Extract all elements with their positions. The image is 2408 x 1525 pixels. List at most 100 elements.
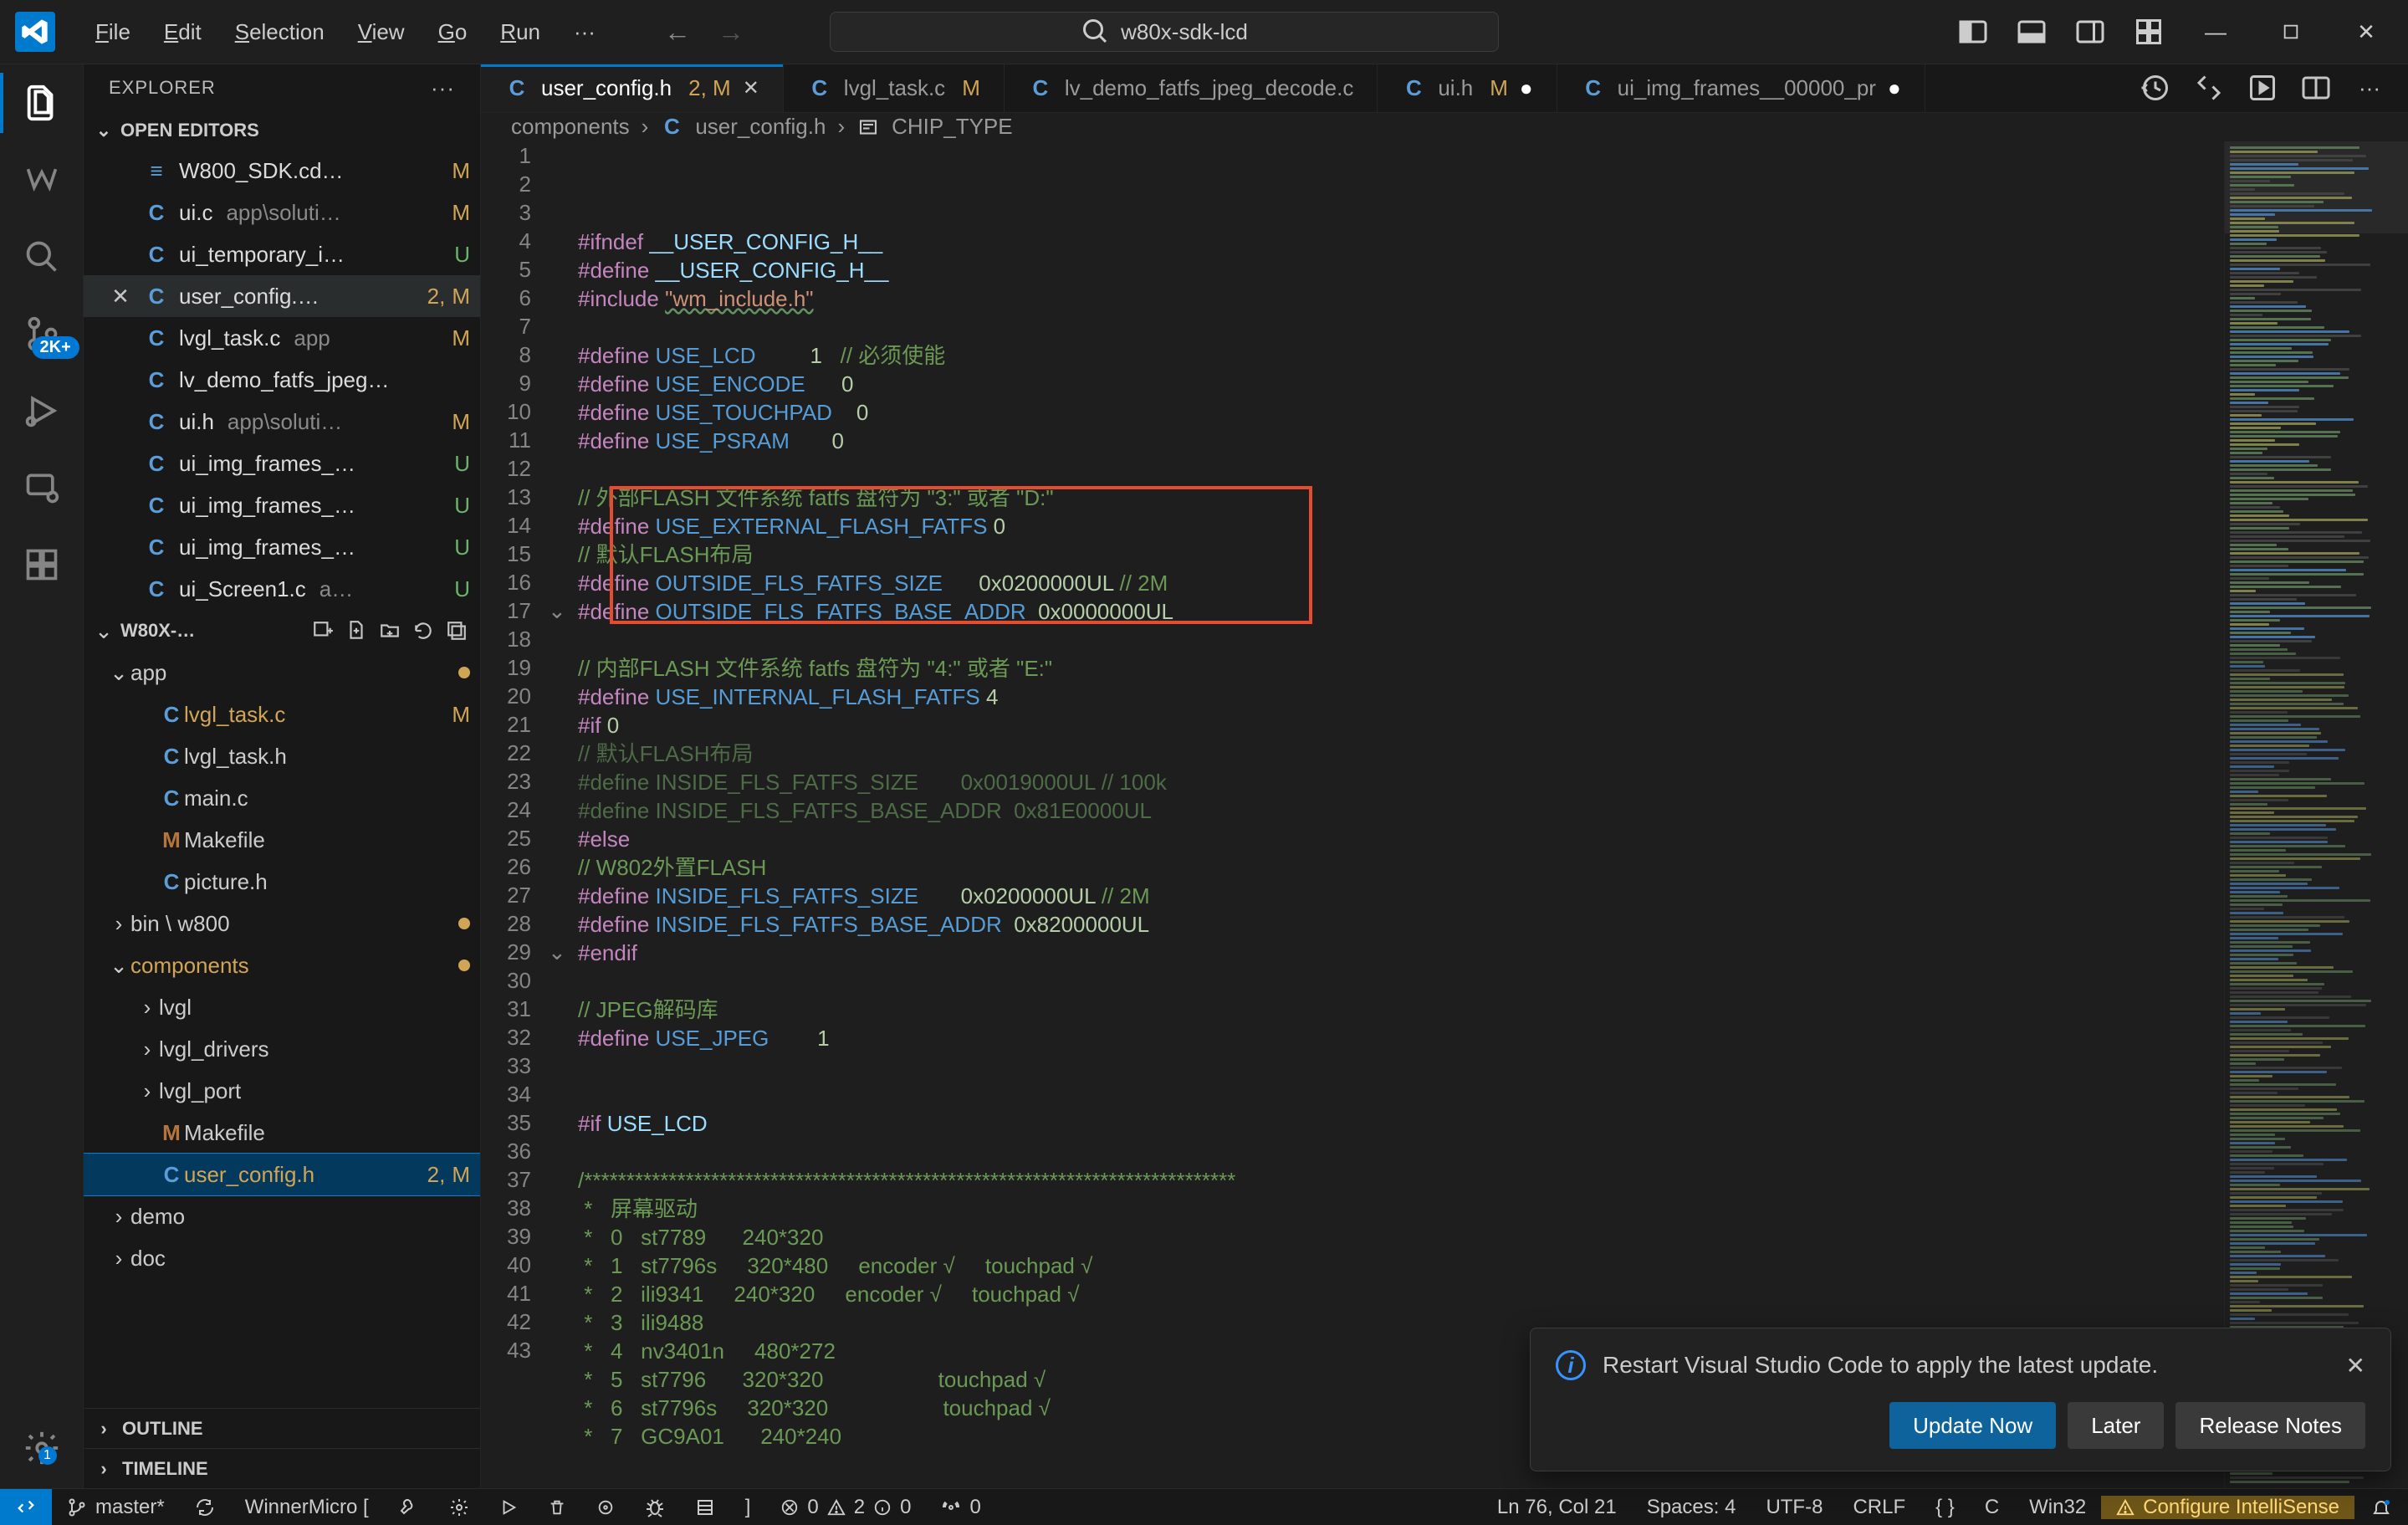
menu-file[interactable]: File <box>79 11 147 54</box>
layout-toggle-secondary-sidebar-icon[interactable] <box>2073 15 2107 49</box>
activity-custom-wm[interactable] <box>12 150 72 210</box>
command-center[interactable]: w80x-sdk-lcd <box>830 12 1499 52</box>
remote-indicator[interactable] <box>0 1489 52 1525</box>
open-editor-item[interactable]: Cui_Screen1.ca…U <box>84 568 480 610</box>
breadcrumb-item[interactable]: CHIP_TYPE <box>892 114 1013 140</box>
open-editor-item[interactable]: Cui_img_frames_…U <box>84 526 480 568</box>
more-icon[interactable]: ··· <box>2354 73 2385 103</box>
activity-run-debug[interactable] <box>12 381 72 441</box>
layout-toggle-primary-sidebar-icon[interactable] <box>1956 15 1990 49</box>
add-watch-icon[interactable] <box>309 617 336 644</box>
code-content[interactable]: #ifndef __USER_CONFIG_H__#define __USER_… <box>578 141 2224 1488</box>
status-language[interactable]: C <box>1970 1496 2014 1519</box>
folder-item[interactable]: ›lvgl_port <box>84 1070 480 1112</box>
folder-item[interactable]: ›bin \ w800 <box>84 903 480 944</box>
activity-extensions[interactable] <box>12 535 72 595</box>
menu-run[interactable]: Run <box>483 11 557 54</box>
file-item[interactable]: Cpicture.h <box>84 861 480 903</box>
editor-tab[interactable]: Cui_img_frames__00000_pr● <box>1557 64 1925 112</box>
activity-explorer[interactable] <box>12 73 72 133</box>
window-close[interactable]: ✕ <box>2341 11 2391 53</box>
breadcrumb-item[interactable]: components <box>511 114 630 140</box>
minimap[interactable] <box>2224 141 2408 1488</box>
activity-source-control[interactable]: 2K+ <box>12 304 72 364</box>
status-bracket[interactable]: ] <box>730 1496 766 1519</box>
folder-item[interactable]: ›lvgl_drivers <box>84 1028 480 1070</box>
status-port[interactable]: 0 <box>926 1496 995 1519</box>
activity-remote-explorer[interactable] <box>12 458 72 518</box>
menu-edit[interactable]: Edit <box>147 11 218 54</box>
outline-section[interactable]: › OUTLINE <box>84 1408 480 1448</box>
status-tools[interactable] <box>384 1497 434 1517</box>
window-maximize[interactable] <box>2266 11 2316 53</box>
status-build[interactable] <box>434 1497 484 1517</box>
status-braces[interactable]: { } <box>1920 1496 1970 1519</box>
breadcrumbs[interactable]: components › C user_config.h › CHIP_TYPE <box>481 113 2408 141</box>
status-configure-intellisense[interactable]: Configure IntelliSense <box>2101 1496 2354 1519</box>
new-file-icon[interactable] <box>343 617 370 644</box>
menu-selection[interactable]: Selection <box>218 11 341 54</box>
status-bug[interactable] <box>630 1497 680 1517</box>
file-item[interactable]: Cuser_config.h2,M <box>84 1154 480 1195</box>
split-editor-icon[interactable] <box>2301 73 2331 103</box>
update-now-button[interactable]: Update Now <box>1889 1402 2056 1449</box>
history-icon[interactable] <box>2140 73 2170 103</box>
compare-icon[interactable] <box>2194 73 2224 103</box>
status-sync[interactable] <box>180 1497 230 1517</box>
file-item[interactable]: MMakefile <box>84 819 480 861</box>
status-notifications[interactable] <box>2354 1497 2408 1517</box>
project-section[interactable]: ⌄ W80X-… <box>84 610 480 652</box>
breadcrumb-item[interactable]: user_config.h <box>695 114 826 140</box>
folder-item[interactable]: ›doc <box>84 1237 480 1279</box>
editor-tab[interactable]: Cui.hM● <box>1378 64 1557 112</box>
folder-item[interactable]: ›lvgl <box>84 986 480 1028</box>
status-run-play[interactable] <box>484 1498 533 1517</box>
menu-overflow[interactable]: ··· <box>557 11 612 54</box>
status-problems[interactable]: 0 2 0 <box>765 1496 926 1519</box>
file-item[interactable]: Clvgl_task.h <box>84 735 480 777</box>
sidebar-more-icon[interactable]: ··· <box>431 75 455 101</box>
status-branch[interactable]: master* <box>52 1496 180 1519</box>
folder-item[interactable]: ›demo <box>84 1195 480 1237</box>
menu-go[interactable]: Go <box>422 11 484 54</box>
layout-toggle-panel-icon[interactable] <box>2015 15 2048 49</box>
file-item[interactable]: Cmain.c <box>84 777 480 819</box>
folder-item[interactable]: ⌄components <box>84 944 480 986</box>
menu-view[interactable]: View <box>341 11 422 54</box>
status-kit[interactable]: WinnerMicro [ <box>230 1496 384 1519</box>
status-trash[interactable] <box>533 1498 581 1517</box>
status-platform[interactable]: Win32 <box>2014 1496 2101 1519</box>
open-editor-item[interactable]: ✕Cuser_config.…2,M <box>84 275 480 317</box>
editor-tab[interactable]: Cuser_config.h2, M✕ <box>481 64 784 112</box>
nav-back[interactable]: ← <box>662 17 693 47</box>
open-editor-item[interactable]: Cui.happ\soluti…M <box>84 401 480 443</box>
open-editors-section[interactable]: ⌄ OPEN EDITORS <box>84 111 480 150</box>
close-icon[interactable]: ✕ <box>743 76 759 100</box>
collapse-all-icon[interactable] <box>443 617 470 644</box>
open-editor-item[interactable]: ≡W800_SDK.cd…M <box>84 150 480 192</box>
open-editor-item[interactable]: Clv_demo_fatfs_jpeg… <box>84 359 480 401</box>
window-minimize[interactable]: — <box>2191 11 2241 53</box>
open-editor-item[interactable]: Cui.capp\soluti…M <box>84 192 480 233</box>
status-eol[interactable]: CRLF <box>1838 1496 1920 1519</box>
open-editor-item[interactable]: Clvgl_task.cappM <box>84 317 480 359</box>
editor-tab[interactable]: Clvgl_task.cM <box>784 64 1005 112</box>
toast-close[interactable]: ✕ <box>2346 1352 2365 1379</box>
run-icon[interactable] <box>2247 73 2278 103</box>
open-editor-item[interactable]: Cui_img_frames_…U <box>84 443 480 484</box>
editor-tab[interactable]: Clv_demo_fatfs_jpeg_decode.c <box>1005 64 1378 112</box>
refresh-icon[interactable] <box>410 617 437 644</box>
open-editor-item[interactable]: Cui_temporary_i…U <box>84 233 480 275</box>
timeline-section[interactable]: › TIMELINE <box>84 1448 480 1488</box>
nav-forward[interactable]: → <box>716 17 746 47</box>
status-encoding[interactable]: UTF-8 <box>1751 1496 1838 1519</box>
new-folder-icon[interactable] <box>376 617 403 644</box>
release-notes-button[interactable]: Release Notes <box>2175 1402 2365 1449</box>
status-spaces[interactable]: Spaces: 4 <box>1632 1496 1751 1519</box>
open-editor-item[interactable]: Cui_img_frames_…U <box>84 484 480 526</box>
file-item[interactable]: Clvgl_task.cM <box>84 693 480 735</box>
later-button[interactable]: Later <box>2068 1402 2164 1449</box>
activity-search[interactable] <box>12 227 72 287</box>
activity-settings[interactable]: 1 <box>12 1418 72 1478</box>
layout-customize-icon[interactable] <box>2132 15 2165 49</box>
